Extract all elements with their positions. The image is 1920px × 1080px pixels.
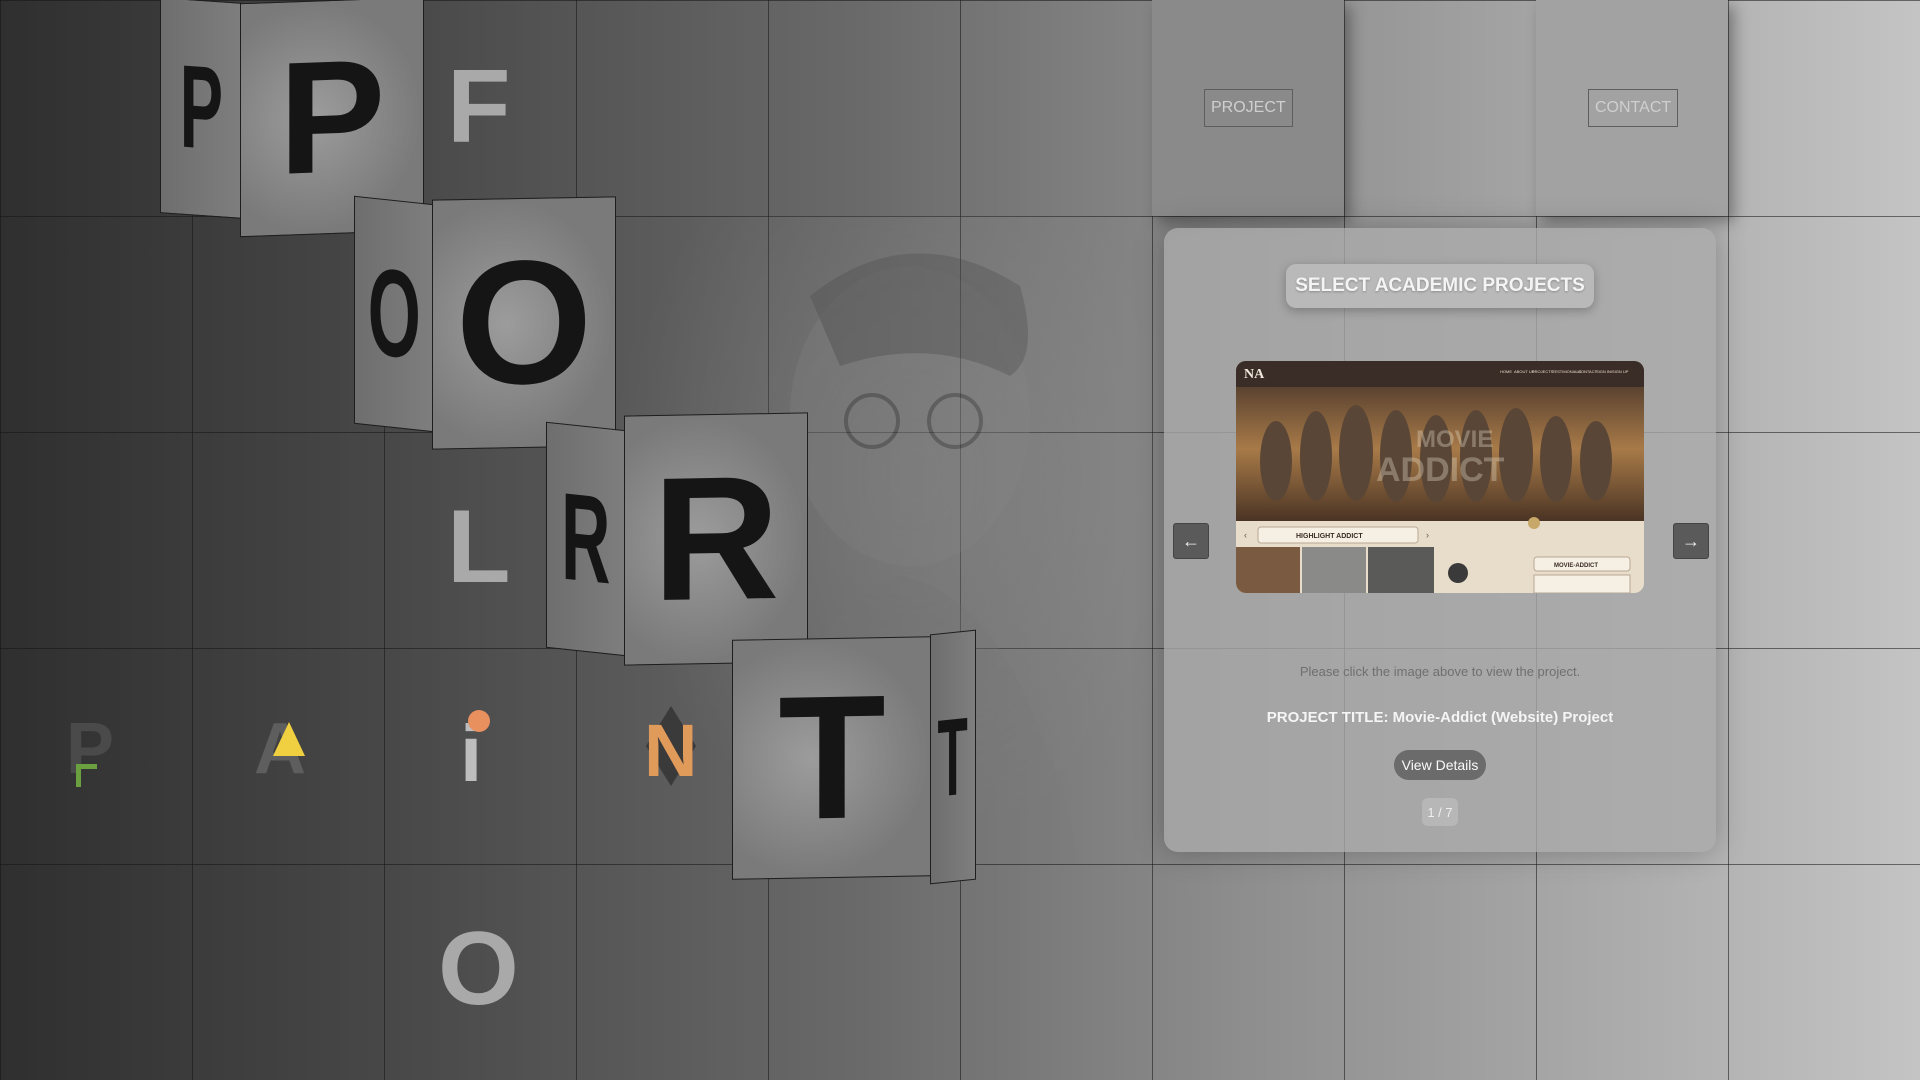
project-hint-text: Please click the image above to view the… <box>1299 664 1581 679</box>
cube-o-side: O <box>354 195 434 433</box>
cube-o-front: O <box>432 196 616 450</box>
view-details-button[interactable]: View Details <box>1394 750 1486 780</box>
cube-t-side: T <box>930 629 976 885</box>
next-arrow-button[interactable]: → <box>1673 523 1709 559</box>
svg-text:CONTACT: CONTACT <box>1578 369 1598 374</box>
project-panel: SELECT ACADEMIC PROJECTS MOVIE ADDICT NA… <box>1164 228 1716 852</box>
svg-text:MOVIE-ADDICT: MOVIE-ADDICT <box>1554 563 1598 569</box>
nav-contact-button[interactable]: CONTACT <box>1588 89 1679 127</box>
letter-o: O <box>438 911 519 1027</box>
cube-t-front: T <box>732 636 932 880</box>
svg-text:HOME: HOME <box>1500 369 1512 374</box>
project-title: PROJECT TITLE: Movie-Addict (Website) Pr… <box>1266 709 1614 726</box>
movie-addict-screenshot: MOVIE ADDICT NA HOME ABOUT US PROJECTS T… <box>1236 361 1644 593</box>
svg-text:›: › <box>1426 530 1429 540</box>
svg-text:SIGN IN/SIGN UP: SIGN IN/SIGN UP <box>1596 369 1629 374</box>
prev-arrow-button[interactable]: ← <box>1173 523 1209 559</box>
nav-project-button[interactable]: PROJECT <box>1204 89 1293 127</box>
svg-text:HIGHLIGHT ADDICT: HIGHLIGHT ADDICT <box>1296 533 1363 540</box>
svg-text:MOVIE: MOVIE <box>1416 426 1493 453</box>
cube-letter-t[interactable]: T T <box>732 629 978 885</box>
deco-letter-n: N <box>644 709 698 792</box>
svg-text:‹: ‹ <box>1244 530 1247 540</box>
panel-title: SELECT ACADEMIC PROJECTS <box>1286 264 1594 308</box>
pager-indicator: 1 / 7 <box>1422 798 1458 826</box>
yellow-triangle-accent <box>273 722 305 756</box>
cube-r-front: R <box>624 412 808 666</box>
cube-letter-r[interactable]: R R <box>546 412 808 668</box>
svg-text:NA: NA <box>1244 367 1265 382</box>
cube-r-side: R <box>546 421 626 657</box>
svg-text:ADDICT: ADDICT <box>1376 451 1505 489</box>
green-accent-shape <box>76 764 97 787</box>
orange-dot-accent <box>468 710 490 732</box>
letter-f: F <box>447 49 511 165</box>
svg-text:PROJECTS: PROJECTS <box>1532 369 1554 374</box>
project-preview-image[interactable]: MOVIE ADDICT NA HOME ABOUT US PROJECTS T… <box>1236 361 1644 593</box>
letter-l: L <box>447 489 511 605</box>
cube-p-side: P <box>160 0 242 219</box>
